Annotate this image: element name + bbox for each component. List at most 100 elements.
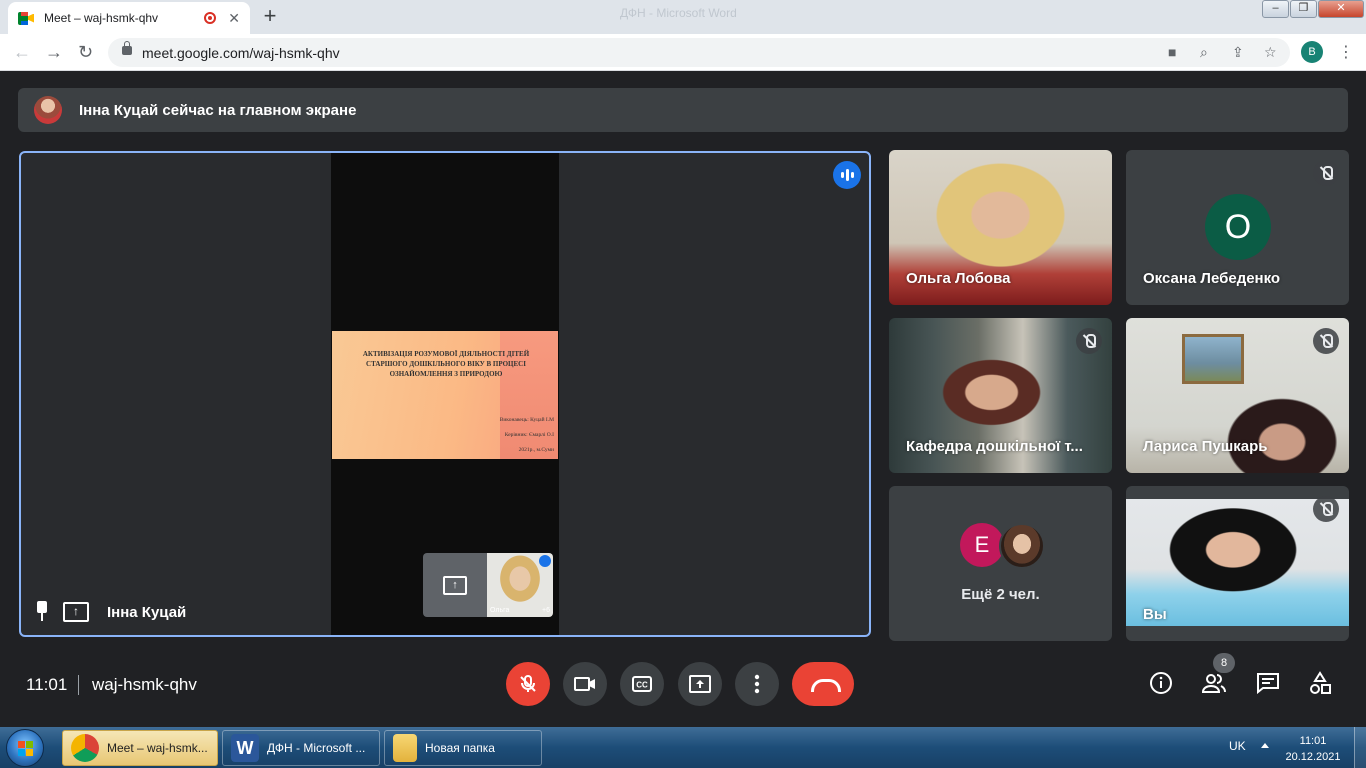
svg-text:CC: CC xyxy=(636,681,648,690)
mic-off-icon xyxy=(1076,328,1102,354)
people-icon xyxy=(1201,674,1226,693)
camera-icon xyxy=(574,677,595,691)
meeting-time: 11:01 xyxy=(26,675,68,694)
presenter-avatar xyxy=(34,96,62,124)
participant-name: Кафедра дошкільної т... xyxy=(906,438,1083,455)
microphone-button[interactable] xyxy=(506,662,550,706)
present-icon: ↑ xyxy=(443,575,467,595)
word-icon: W xyxy=(231,734,259,762)
participant-tile[interactable]: Лариса Пушкарь xyxy=(1126,318,1349,473)
taskbar-item-word[interactable]: W ДФН - Microsoft ... xyxy=(222,730,380,766)
more-vert-icon xyxy=(754,674,760,694)
windows-taskbar: Meet – waj-hsmk... W ДФН - Microsoft ...… xyxy=(0,727,1366,768)
slide-year: 2021р., м.Суми xyxy=(518,447,554,453)
main-stage[interactable]: АКТИВІЗАЦІЯ РОЗУМОВОЇ ДІЯЛЬНОСТІ ДІТЕЙ С… xyxy=(19,151,871,637)
bookmark-star-icon[interactable]: ☆ xyxy=(1264,44,1277,61)
participant-name: Лариса Пушкарь xyxy=(1143,438,1268,455)
participant-name: Ольга Лобова xyxy=(906,270,1011,287)
participant-avatar: E xyxy=(960,523,1004,567)
reload-icon[interactable]: ↻ xyxy=(78,42,93,63)
present-icon xyxy=(689,675,711,693)
self-view-tile[interactable]: ↑ Ольга +6 xyxy=(423,553,553,617)
participant-tile[interactable]: Ольга Лобова xyxy=(889,150,1112,305)
mic-off-icon xyxy=(1313,328,1339,354)
slide-title: АКТИВІЗАЦІЯ РОЗУМОВОЇ ДІЯЛЬНОСТІ ДІТЕЙ С… xyxy=(362,350,530,378)
divider xyxy=(78,675,79,695)
browser-tab-meet[interactable]: Meet – waj-hsmk-qhv ✕ xyxy=(8,2,250,34)
taskbar-item-folder[interactable]: Новая папка xyxy=(384,730,542,766)
participant-name: Оксана Лебеденко xyxy=(1143,270,1281,287)
background-window-title: ДФН - Microsoft Word xyxy=(620,6,737,20)
show-hidden-icons-icon[interactable] xyxy=(1261,743,1269,748)
recording-indicator-icon xyxy=(204,12,217,24)
presenting-icon: ↑ xyxy=(63,602,89,622)
presenting-banner: Інна Куцай сейчас на главном экране xyxy=(18,88,1348,132)
participant-avatar: О xyxy=(1205,194,1271,260)
leave-call-button[interactable] xyxy=(792,662,854,706)
maximize-button[interactable]: ❐ xyxy=(1290,0,1317,18)
tab-title: Meet – waj-hsmk-qhv xyxy=(44,11,159,25)
self-video: Ольга +6 xyxy=(487,553,553,617)
forward-icon[interactable]: → xyxy=(45,42,63,63)
mic-off-icon xyxy=(520,675,536,692)
more-participants-tile[interactable]: E Ещё 2 чел. xyxy=(889,486,1112,641)
banner-text: Інна Куцай сейчас на главном экране xyxy=(79,101,357,119)
meet-area: Інна Куцай сейчас на главном экране АКТИ… xyxy=(0,72,1366,727)
activities-icon xyxy=(1310,671,1331,694)
present-now-button[interactable] xyxy=(678,662,722,706)
self-tile[interactable]: Вы xyxy=(1126,486,1349,641)
speaking-indicator-icon xyxy=(833,161,861,189)
slide-author: Виконавець: Куцай І.М xyxy=(499,417,554,423)
presentation-slide: АКТИВІЗАЦІЯ РОЗУМОВОЇ ДІЯЛЬНОСТІ ДІТЕЙ С… xyxy=(332,331,558,459)
captions-button[interactable]: CC xyxy=(620,662,664,706)
more-participants-label: Ещё 2 чел. xyxy=(961,586,1040,603)
minimize-button[interactable]: – xyxy=(1262,0,1289,18)
taskbar-item-label: Meet – waj-hsmk... xyxy=(107,741,208,755)
new-tab-button[interactable]: + xyxy=(256,5,284,29)
address-bar[interactable]: meet.google.com/waj-hsmk-qhv ■ ⌕ ⇪ ☆ xyxy=(108,38,1290,67)
start-button[interactable] xyxy=(6,729,44,767)
language-indicator[interactable]: UK xyxy=(1229,739,1246,753)
more-options-button[interactable] xyxy=(735,662,779,706)
slide-supervisor: Керівник: Ємарлі О.І xyxy=(504,432,554,438)
participant-tile[interactable]: Кафедра дошкільної т... xyxy=(889,318,1112,473)
clock-time: 11:01 xyxy=(1299,735,1327,747)
browser-titlebar: Meet – waj-hsmk-qhv ✕ + ДФН - Microsoft … xyxy=(0,0,1366,34)
participant-tile[interactable]: О Оксана Лебеденко xyxy=(1126,150,1349,305)
chat-icon xyxy=(1257,673,1279,694)
meeting-code: waj-hsmk-qhv xyxy=(92,675,197,694)
folder-icon xyxy=(393,734,417,762)
pin-icon[interactable] xyxy=(35,601,49,621)
mic-off-icon xyxy=(1313,160,1339,186)
clock[interactable]: 11:01 20.12.2021 xyxy=(1285,733,1341,765)
captions-icon: CC xyxy=(632,676,652,692)
taskbar-item-label: Новая папка xyxy=(425,741,495,755)
close-window-button[interactable]: ✕ xyxy=(1318,0,1364,18)
back-icon[interactable]: ← xyxy=(13,42,31,63)
taskbar-item-label: ДФН - Microsoft ... xyxy=(267,741,366,755)
profile-avatar[interactable]: B xyxy=(1301,41,1323,63)
windows-logo-icon xyxy=(18,741,25,748)
participant-name: Вы xyxy=(1143,606,1167,623)
share-icon[interactable]: ⇪ xyxy=(1232,44,1244,61)
clock-date: 20.12.2021 xyxy=(1285,751,1341,763)
speaking-dot-icon xyxy=(539,555,551,567)
chat-button[interactable] xyxy=(1255,670,1281,696)
tab-close-icon[interactable]: ✕ xyxy=(228,10,240,27)
camera-button[interactable] xyxy=(563,662,607,706)
participants-button[interactable] xyxy=(1201,670,1227,696)
presenter-name: Інна Куцай xyxy=(107,604,187,621)
zoom-icon[interactable]: ⌕ xyxy=(1200,44,1208,61)
activities-button[interactable] xyxy=(1307,670,1333,696)
lock-icon xyxy=(122,41,132,55)
browser-menu-icon[interactable]: ⋮ xyxy=(1338,42,1354,62)
browser-toolbar: ← → ↻ meet.google.com/waj-hsmk-qhv ■ ⌕ ⇪… xyxy=(0,34,1366,71)
mic-off-icon xyxy=(1313,496,1339,522)
meeting-details-button[interactable] xyxy=(1148,670,1174,696)
url-text[interactable]: meet.google.com/waj-hsmk-qhv xyxy=(142,45,340,61)
window-controls: – ❐ ✕ xyxy=(1261,0,1364,18)
taskbar-item-chrome[interactable]: Meet – waj-hsmk... xyxy=(62,730,218,766)
camera-icon[interactable]: ■ xyxy=(1168,44,1176,60)
self-view-name: Ольга xyxy=(490,607,510,614)
show-desktop-button[interactable] xyxy=(1354,727,1366,768)
